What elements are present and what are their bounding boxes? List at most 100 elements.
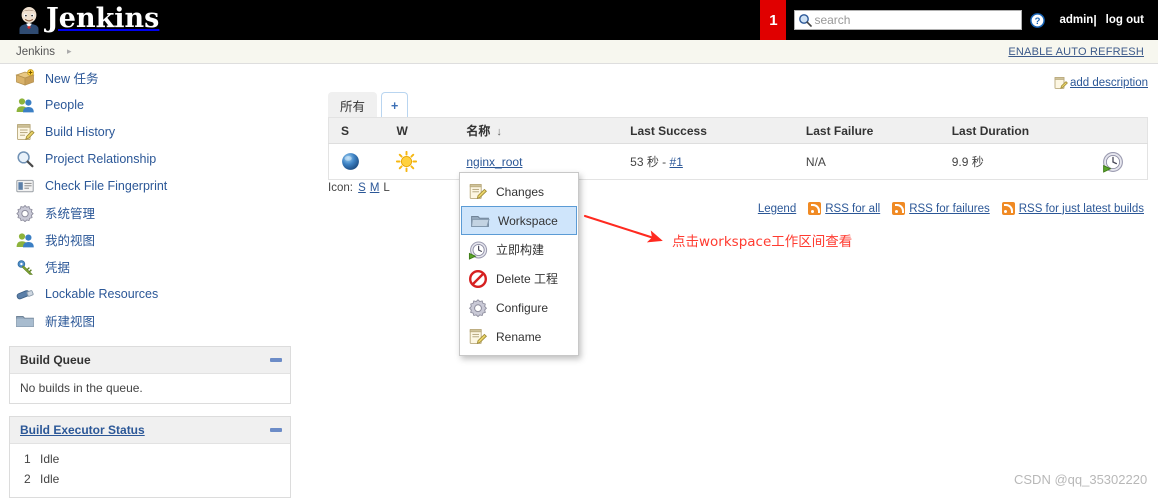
icon-size-large-label[interactable]: L [383, 182, 389, 194]
sidebar-item-new-view[interactable]: 新建视图 [0, 307, 300, 334]
sidebar-item-lockable-resources[interactable]: Lockable Resources [0, 280, 300, 307]
column-header-actions [1089, 117, 1148, 144]
table-row[interactable]: nginx_root 53 秒 - #1 N/A 9.9 秒 [329, 144, 1148, 180]
column-header-name[interactable]: 名称 ↓ [454, 117, 619, 144]
context-menu-item-label: Workspace [498, 213, 558, 228]
search-box[interactable] [794, 10, 1023, 30]
top-navigation-bar: Jenkins 1 ? admin | [0, 0, 1158, 40]
icon-size-small-link[interactable]: S [358, 182, 366, 194]
logout-link[interactable]: log out [1106, 14, 1144, 26]
rss-for-latest-builds-link[interactable]: RSS for just latest builds [1019, 203, 1144, 215]
sidebar-item-check-file-fingerprint[interactable]: Check File Fingerprint [0, 172, 300, 199]
column-header-last-failure[interactable]: Last Failure [793, 117, 940, 144]
last-success-build-link[interactable]: #1 [670, 155, 683, 169]
collapse-icon[interactable] [270, 358, 282, 362]
credentials-icon [14, 257, 36, 277]
context-menu-item-label: 立即构建 [496, 243, 545, 257]
cell-last-failure: N/A [805, 154, 826, 169]
build-executor-status-title[interactable]: Build Executor Status [20, 423, 145, 437]
svg-text:?: ? [1035, 16, 1041, 27]
context-menu-item-changes[interactable]: Changes [460, 177, 578, 206]
lock-resource-icon [14, 284, 36, 304]
add-description-row: add description [1054, 76, 1148, 90]
sidebar-item-manage-jenkins[interactable]: 系统管理 [0, 199, 300, 226]
add-description-link[interactable]: add description [1070, 77, 1148, 89]
icon-size-medium-link[interactable]: M [370, 182, 380, 194]
collapse-icon[interactable] [270, 428, 282, 432]
new-job-icon [14, 68, 36, 88]
rss-icon [1001, 202, 1015, 215]
sidebar-item-label: Check File Fingerprint [45, 178, 168, 193]
sidebar-item-people[interactable]: People [0, 91, 300, 118]
edit-note-icon [1054, 76, 1068, 90]
sidebar-item-label: Build History [45, 124, 116, 139]
sidebar-item-label: People [45, 97, 84, 112]
brand-title: Jenkins [46, 3, 160, 34]
build-history-icon [14, 122, 36, 142]
job-context-menu: Changes Workspace 立即构建 Delete 工程 Configu… [459, 172, 579, 356]
folder-icon [14, 311, 36, 331]
build-queue-panel: Build Queue No builds in the queue. [9, 346, 291, 404]
sort-descending-icon: ↓ [496, 126, 502, 138]
sunny-weather-icon[interactable] [396, 150, 418, 173]
executor-row[interactable]: 2 Idle [16, 469, 280, 489]
column-header-last-duration[interactable]: Last Duration [939, 117, 1090, 144]
sidebar-item-label: 系统管理 [45, 207, 96, 221]
jobs-table: S W 名称 ↓ Last Success Last Failure Last D… [328, 117, 1148, 180]
magnifier-icon [14, 149, 36, 169]
schedule-build-icon[interactable] [1102, 151, 1124, 173]
context-menu-item-label: Changes [496, 184, 545, 199]
icon-size-selector: Icon: SML [328, 182, 392, 194]
sidebar-item-my-views[interactable]: 我的视图 [0, 226, 300, 253]
sidebar-item-label: New 任务 [45, 72, 99, 86]
tab-all-views[interactable]: 所有 [328, 92, 378, 118]
column-header-weather[interactable]: W [384, 117, 455, 144]
context-menu-item-build-now[interactable]: 立即构建 [460, 235, 578, 264]
sidebar-item-credentials[interactable]: 凭据 [0, 253, 300, 280]
current-user-label[interactable]: admin [1059, 14, 1093, 26]
executor-row[interactable]: 1 Idle [16, 449, 280, 469]
job-name-link[interactable]: nginx_root [466, 155, 522, 169]
column-header-status[interactable]: S [328, 117, 385, 144]
context-menu-item-label: Configure [496, 300, 549, 315]
breadcrumb-root-link[interactable]: Jenkins [16, 46, 55, 58]
context-menu-item-label: Rename [496, 329, 542, 344]
breadcrumb-bar: Jenkins ▸ ENABLE AUTO REFRESH [0, 40, 1158, 64]
fingerprint-icon [14, 176, 36, 196]
rss-for-failures-link[interactable]: RSS for failures [909, 203, 990, 215]
executor-number: 1 [24, 452, 31, 466]
cell-weather [384, 144, 454, 180]
breadcrumb-chevron-icon[interactable]: ▸ [67, 46, 72, 57]
context-menu-item-configure[interactable]: Configure [460, 293, 578, 322]
rename-icon [468, 327, 488, 347]
annotation-text: 点击workspace工作区间查看 [672, 234, 853, 250]
sidebar-item-project-relationship[interactable]: Project Relationship [0, 145, 300, 172]
notification-count-badge[interactable]: 1 [760, 0, 787, 40]
context-menu-item-workspace[interactable]: Workspace [461, 206, 577, 235]
rss-icon [892, 202, 906, 215]
sidebar-item-label: Lockable Resources [45, 286, 159, 301]
column-header-name-label: 名称 [466, 124, 491, 138]
help-icon[interactable]: ? [1030, 12, 1046, 28]
tab-add-view[interactable]: + [381, 92, 409, 118]
sidebar-item-build-history[interactable]: Build History [0, 118, 300, 145]
footer-links-row: Legend RSS for all RSS for failures RSS … [758, 202, 1144, 215]
search-input[interactable] [814, 12, 1022, 28]
context-menu-item-rename[interactable]: Rename [460, 322, 578, 351]
executor-number: 2 [24, 472, 31, 486]
view-tab-bar: 所有 + [328, 91, 409, 118]
context-menu-item-delete-project[interactable]: Delete 工程 [460, 264, 578, 293]
blue-ball-success-icon[interactable] [341, 152, 360, 171]
icon-size-label: Icon: [328, 182, 353, 194]
build-executor-body: 1 Idle 2 Idle [10, 444, 290, 497]
build-queue-body: No builds in the queue. [20, 381, 143, 395]
jenkins-logo-link[interactable]: Jenkins [0, 0, 159, 40]
sidebar-item-new-job[interactable]: New 任务 [0, 64, 300, 91]
column-header-last-success[interactable]: Last Success [618, 117, 794, 144]
build-executor-status-panel: Build Executor Status 1 Idle 2 Idle [9, 416, 291, 498]
rss-for-all-link[interactable]: RSS for all [825, 203, 880, 215]
enable-auto-refresh-link[interactable]: ENABLE AUTO REFRESH [1008, 46, 1144, 58]
topbar-right-group: 1 ? admin | log out [760, 0, 1158, 40]
executor-state: Idle [40, 472, 60, 486]
legend-link[interactable]: Legend [758, 203, 796, 215]
